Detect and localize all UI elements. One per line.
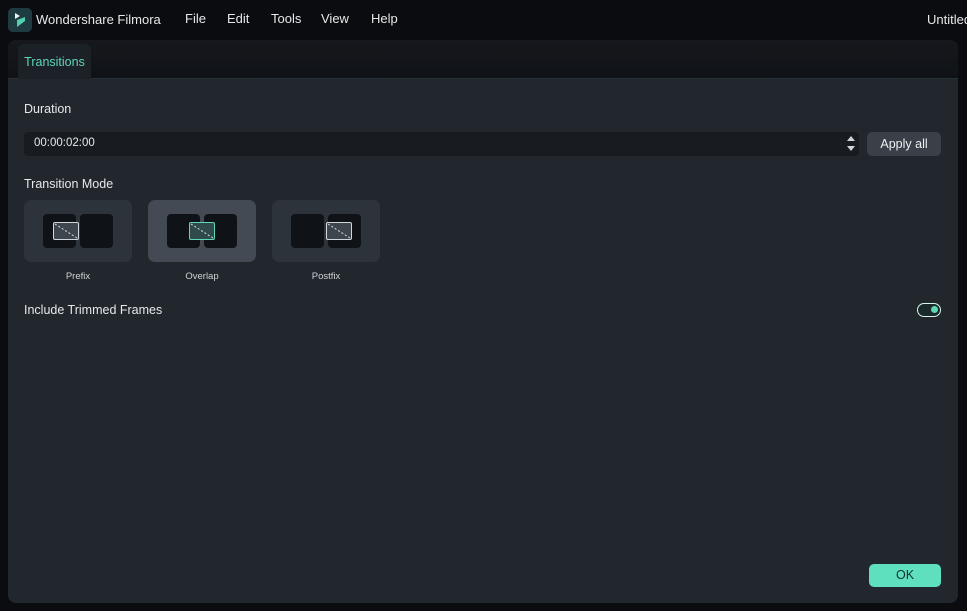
transition-box-icon	[53, 222, 79, 240]
menu-help[interactable]: Help	[371, 11, 398, 26]
title-bar: Wondershare Filmora File Edit Tools View…	[0, 0, 967, 40]
menu-edit[interactable]: Edit	[227, 11, 249, 26]
duration-input[interactable]: 00:00:02:00	[24, 132, 859, 156]
duration-label: Duration	[24, 102, 72, 116]
duration-value[interactable]: 00:00:02:00	[34, 137, 95, 149]
mode-overlap-option[interactable]	[148, 200, 256, 262]
spin-down-icon[interactable]	[847, 146, 855, 151]
document-title: Untitled	[927, 12, 967, 27]
clip-a-icon	[291, 214, 324, 248]
transition-mode-label: Transition Mode	[24, 177, 114, 191]
mode-prefix-label: Prefix	[65, 271, 91, 282]
transitions-panel: Transitions Duration 00:00:02:00 Apply a…	[8, 40, 958, 603]
app-title: Wondershare Filmora	[36, 12, 161, 27]
spin-up-icon[interactable]	[847, 136, 855, 141]
toggle-knob	[931, 306, 938, 313]
include-trimmed-frames-label: Include Trimmed Frames	[24, 303, 163, 317]
menu-file[interactable]: File	[185, 11, 206, 26]
apply-all-button[interactable]: Apply all	[867, 132, 941, 156]
mode-prefix-option[interactable]	[24, 200, 132, 262]
clip-b-icon	[80, 214, 113, 248]
menu-tools[interactable]: Tools	[271, 11, 301, 26]
transition-box-icon	[326, 222, 352, 240]
tab-bar: Transitions	[8, 40, 958, 79]
mode-postfix-option[interactable]	[272, 200, 380, 262]
mode-postfix-label: Postfix	[311, 271, 341, 282]
include-trimmed-frames-toggle[interactable]	[917, 303, 941, 317]
menu-view[interactable]: View	[321, 11, 349, 26]
duration-spinner	[847, 135, 856, 153]
tab-transitions[interactable]: Transitions	[18, 44, 91, 79]
filmora-logo-icon	[8, 8, 32, 32]
ok-button[interactable]: OK	[869, 564, 941, 587]
transition-box-icon	[189, 222, 215, 240]
mode-overlap-label: Overlap	[185, 271, 219, 282]
